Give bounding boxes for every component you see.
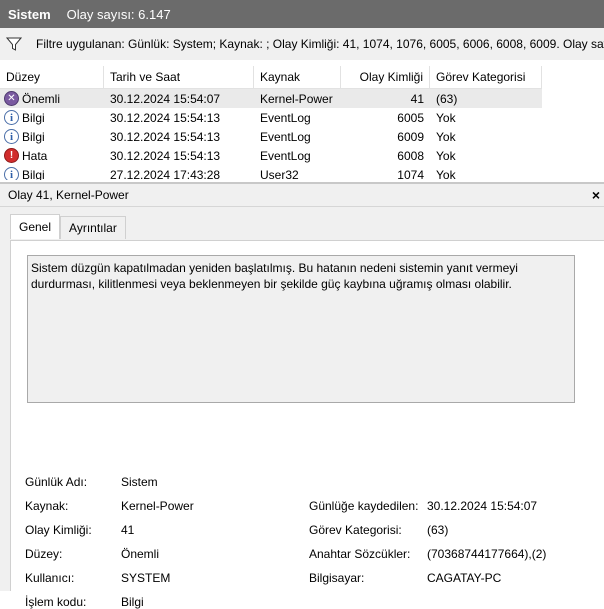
critical-icon: ✕ (4, 91, 19, 106)
column-header-source[interactable]: Kaynak (254, 66, 341, 88)
row-task-category: Yok (436, 167, 456, 181)
row-source: Kernel-Power (260, 91, 333, 106)
tab-general[interactable]: Genel (10, 214, 61, 239)
row-datetime: 30.12.2024 15:54:07 (110, 91, 221, 106)
row-event-id: 6009 (397, 129, 424, 144)
filter-text: Filtre uygulanan: Günlük: System; Kaynak… (36, 37, 604, 51)
table-row[interactable]: i Bilgi 30.12.2024 15:54:13 EventLog 6009… (0, 127, 542, 146)
general-tab-panel: Sistem düzgün kapatılmadan yeniden başla… (10, 240, 604, 609)
filter-bar: Filtre uygulanan: Günlük: System; Kaynak… (0, 28, 604, 61)
event-list-header: Düzey Tarih ve Saat Kaynak Olay Kimliği … (0, 66, 542, 89)
row-event-id: 1074 (397, 167, 424, 181)
row-datetime: 30.12.2024 15:54:13 (110, 129, 221, 144)
close-icon[interactable]: × (592, 187, 600, 203)
log-name-title: Sistem (8, 6, 51, 22)
event-detail-header: Olay 41, Kernel-Power × (0, 184, 604, 207)
row-source: EventLog (260, 148, 311, 163)
detail-tabs: Genel Ayrıntılar (10, 214, 126, 239)
level-label: Düzey: (25, 547, 63, 561)
row-source: EventLog (260, 110, 311, 125)
computer-label: Bilgisayar: (309, 571, 365, 585)
row-event-id: 41 (410, 91, 424, 106)
tab-details[interactable]: Ayrıntılar (60, 216, 126, 239)
user-label: Kullanıcı: (25, 571, 75, 585)
event-id-value: 41 (121, 523, 135, 537)
event-list[interactable]: Düzey Tarih ve Saat Kaynak Olay Kimliği … (0, 60, 604, 180)
keywords-value: (70368744177664),(2) (427, 547, 547, 561)
error-icon: ! (4, 148, 19, 163)
table-row[interactable]: i Bilgi 27.12.2024 17:43:28 User32 1074 Y… (0, 165, 542, 180)
row-datetime: 27.12.2024 17:43:28 (110, 167, 221, 181)
row-level: Önemli (22, 91, 61, 106)
table-row[interactable]: ✕ Önemli 30.12.2024 15:54:07 Kernel-Power… (0, 89, 542, 108)
column-header-level[interactable]: Düzey (0, 66, 104, 88)
table-row[interactable]: i Bilgi 30.12.2024 15:54:13 EventLog 6005… (0, 108, 542, 127)
row-level: Bilgi (22, 110, 45, 125)
event-count: Olay sayısı: 6.147 (66, 6, 171, 22)
keywords-label: Anahtar Sözcükler: (309, 547, 411, 561)
opcode-label: İşlem kodu: (25, 595, 87, 609)
opcode-value: Bilgi (121, 595, 144, 609)
row-event-id: 6008 (397, 148, 424, 163)
row-source: EventLog (260, 129, 311, 144)
row-level: Bilgi (22, 167, 45, 181)
user-value: SYSTEM (121, 571, 171, 585)
row-source: User32 (260, 167, 299, 181)
log-title-bar: Sistem Olay sayısı: 6.147 (0, 0, 604, 28)
task-category-label: Görev Kategorisi: (309, 523, 402, 537)
logged-label: Günlüğe kaydedilen: (309, 499, 419, 513)
log-name-label: Günlük Adı: (25, 475, 88, 489)
info-icon: i (4, 110, 19, 125)
column-header-datetime[interactable]: Tarih ve Saat (104, 66, 254, 88)
source-label: Kaynak: (25, 499, 69, 513)
computer-value: CAGATAY-PC (427, 571, 502, 585)
filter-icon (6, 35, 22, 53)
row-level: Hata (22, 148, 48, 163)
level-value: Önemli (121, 547, 160, 561)
column-header-event-id[interactable]: Olay Kimliği (341, 66, 430, 88)
row-datetime: 30.12.2024 15:54:13 (110, 148, 221, 163)
row-task-category: (63) (436, 91, 458, 106)
event-id-label: Olay Kimliği: (25, 523, 92, 537)
table-row[interactable]: ! Hata 30.12.2024 15:54:13 EventLog 6008 … (0, 146, 542, 165)
info-icon: i (4, 167, 19, 180)
column-header-task-category[interactable]: Görev Kategorisi (430, 66, 542, 88)
info-icon: i (4, 129, 19, 144)
row-datetime: 30.12.2024 15:54:13 (110, 110, 221, 125)
event-detail-title: Olay 41, Kernel-Power (8, 188, 129, 202)
row-task-category: Yok (436, 129, 456, 144)
event-description[interactable]: Sistem düzgün kapatılmadan yeniden başla… (27, 255, 575, 403)
log-name-value: Sistem (121, 475, 158, 489)
event-detail-pane: Olay 41, Kernel-Power × Genel Ayrıntılar… (0, 182, 604, 609)
row-level: Bilgi (22, 129, 45, 144)
row-task-category: Yok (436, 110, 456, 125)
row-event-id: 6005 (397, 110, 424, 125)
source-value: Kernel-Power (121, 499, 194, 513)
task-category-value: (63) (427, 523, 449, 537)
logged-value: 30.12.2024 15:54:07 (427, 499, 538, 513)
row-task-category: Yok (436, 148, 456, 163)
